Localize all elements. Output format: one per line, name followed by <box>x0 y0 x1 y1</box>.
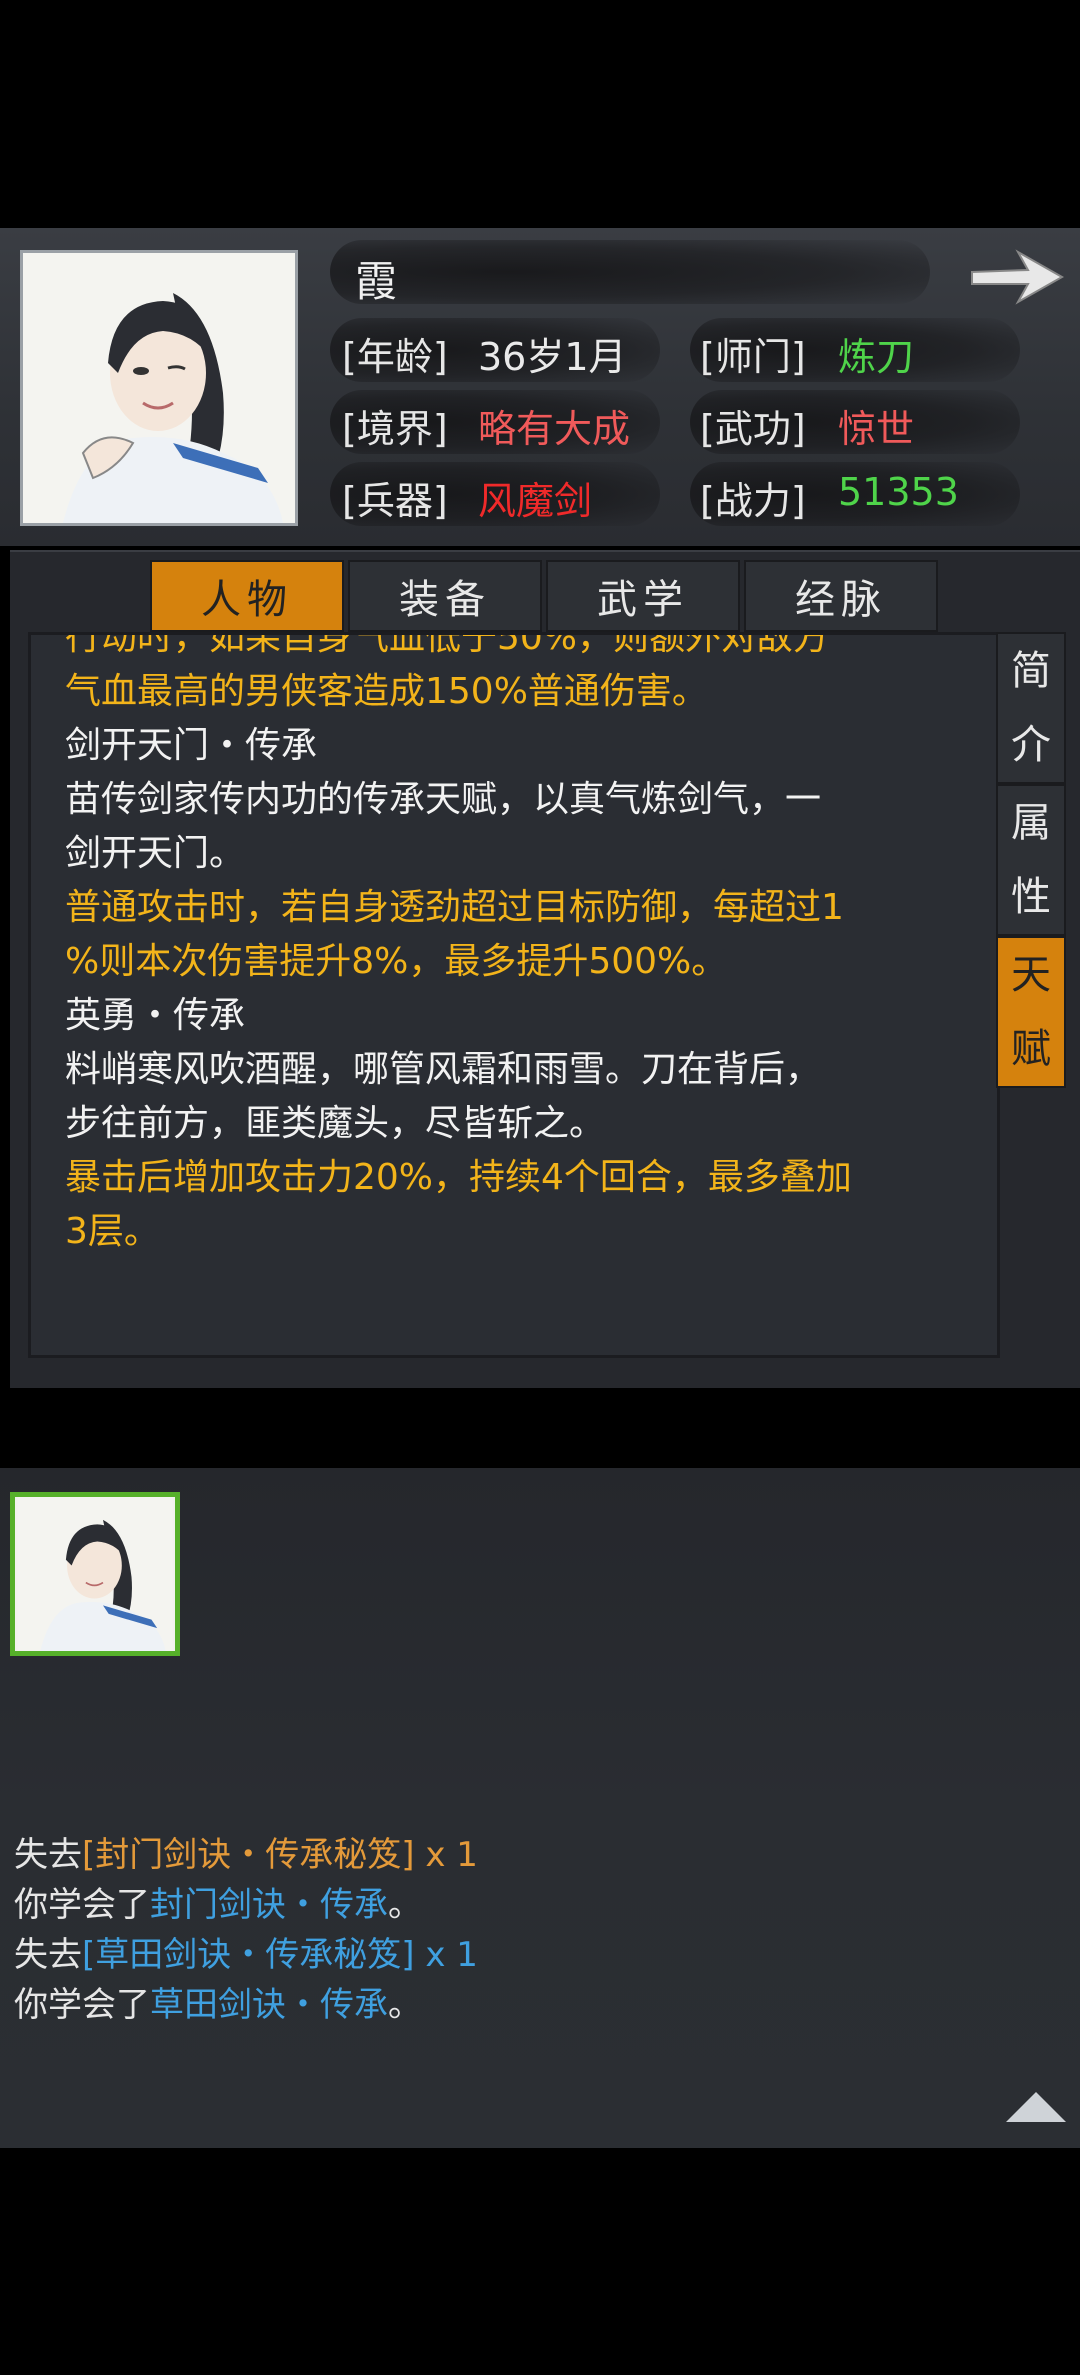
character-name: 霞 <box>355 257 398 306</box>
talent-desc-line: 料峭寒风吹酒醒，哪管风霜和雨雪。刀在背后， <box>65 1049 822 1090</box>
tab-meridians[interactable]: 经脉 <box>744 560 938 632</box>
side-tab-attributes[interactable]: 属 性 <box>996 784 1066 936</box>
side-tab-label: 赋 <box>1011 1026 1051 1072</box>
stat-power-label: [战力] <box>700 479 806 523</box>
stat-age-label: [年龄] <box>342 335 448 379</box>
side-tab-label: 介 <box>1011 722 1051 768</box>
log-text: 你学会了 <box>14 1885 150 1925</box>
arrow-right-icon[interactable] <box>968 246 1066 308</box>
log-item: 封门剑诀・传承 <box>150 1885 388 1925</box>
character-portrait[interactable] <box>20 250 298 526</box>
main-tabs: 人物 装备 武学 经脉 <box>150 560 938 632</box>
stat-power-value: 51353 <box>838 470 959 514</box>
talent-desc-line: 剑开天门・传承 <box>65 725 318 766</box>
portrait-art <box>17 1497 173 1651</box>
log-line: 失去[草田剑诀・传承秘笈] x 1 <box>14 1930 478 1980</box>
side-tab-label: 天 <box>1011 952 1051 998</box>
stat-sect-label: [师门] <box>700 335 806 379</box>
talent-effect-line: %则本次伤害提升8%，最多提升500%。 <box>65 941 728 982</box>
log-text: 。 <box>388 1885 422 1925</box>
talent-effect-line: 普通攻击时，若自身透劲超过目标防御，每超过1 <box>65 887 844 928</box>
side-tab-intro[interactable]: 简 介 <box>996 632 1066 784</box>
log-text: 。 <box>388 1985 422 2025</box>
log-line: 你学会了草田剑诀・传承。 <box>14 1980 422 2030</box>
log-line: 你学会了封门剑诀・传承。 <box>14 1880 422 1930</box>
side-tab-label: 属 <box>1011 800 1051 846</box>
talent-effect-line: 3层。 <box>65 1211 160 1252</box>
tab-character[interactable]: 人物 <box>150 560 344 632</box>
team-member-portrait[interactable] <box>10 1492 180 1656</box>
name-brush-bg <box>330 240 930 304</box>
log-item: 草田剑诀・传承 <box>150 1985 388 2025</box>
side-tab-talent[interactable]: 天 赋 <box>996 936 1066 1088</box>
stat-weapon-value: 风魔剑 <box>478 479 593 523</box>
stat-age-value: 36岁1月 <box>478 335 627 379</box>
talent-effect-line: 气血最高的男侠客造成150%普通伤害。 <box>65 671 708 712</box>
log-text: 失去 <box>14 1835 82 1875</box>
stat-weapon-label: [兵器] <box>342 479 448 523</box>
log-count: x 1 <box>414 1835 478 1875</box>
side-tabs: 简 介 属 性 天 赋 <box>996 632 1066 1088</box>
tab-equipment[interactable]: 装备 <box>348 560 542 632</box>
talent-desc-line: 苗传剑家传内功的传承天赋，以真气炼剑气，一 <box>65 779 822 820</box>
stat-martial-label: [武功] <box>700 407 806 451</box>
log-text: 失去 <box>14 1935 82 1975</box>
side-tab-label: 简 <box>1011 648 1051 694</box>
talent-effect-line: 暴击后增加攻击力20%，持续4个回合，最多叠加 <box>65 1157 852 1198</box>
stat-realm-label: [境界] <box>342 407 448 451</box>
tab-martial-arts[interactable]: 武学 <box>546 560 740 632</box>
talent-text-scroll[interactable]: 行动时，如果自身气血低于50%，则额外对敌方气血最高的男侠客造成150%普通伤害… <box>28 632 1000 1358</box>
log-item: [草田剑诀・传承秘笈] <box>82 1935 415 1975</box>
side-tab-label: 性 <box>1011 874 1051 920</box>
talent-effect-line: 行动时，如果自身气血低于50%，则额外对敌方 <box>65 632 830 658</box>
portrait-art <box>23 253 295 523</box>
talent-desc-line: 步往前方，匪类魔头，尽皆斩之。 <box>65 1103 606 1144</box>
log-line: 失去[封门剑诀・传承秘笈] x 1 <box>14 1830 478 1880</box>
talent-desc-line: 英勇・传承 <box>65 995 246 1036</box>
stat-martial-value: 惊世 <box>838 407 915 451</box>
log-text: 你学会了 <box>14 1985 150 2025</box>
talent-desc-line: 剑开天门。 <box>65 833 246 874</box>
stat-sect-value: 炼刀 <box>838 335 915 379</box>
log-count: x 1 <box>414 1935 478 1975</box>
stat-realm-value: 略有大成 <box>478 407 631 451</box>
triangle-up-icon[interactable] <box>1004 2090 1068 2124</box>
log-item: [封门剑诀・传承秘笈] <box>82 1835 415 1875</box>
